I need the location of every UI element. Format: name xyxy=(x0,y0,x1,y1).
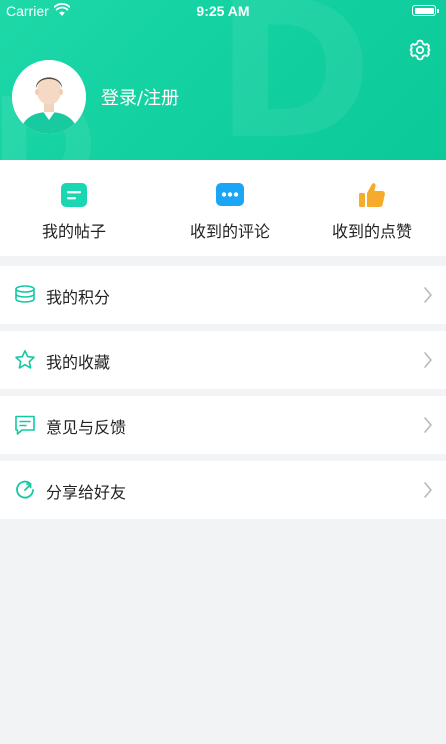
received-comments-label: 收到的评论 xyxy=(189,222,270,241)
share-icon xyxy=(16,480,34,499)
my-posts-label: 我的帖子 xyxy=(41,222,106,241)
gear-icon[interactable] xyxy=(408,38,432,62)
battery-icon xyxy=(412,5,439,16)
menu-item-favorites[interactable]: 我的收藏 xyxy=(0,331,446,389)
feedback-icon xyxy=(15,415,35,435)
profile-header: D D Carrier 9:25 AM 登录/注册 xyxy=(0,0,446,160)
received-likes-label: 收到的点赞 xyxy=(331,222,412,241)
comment-icon xyxy=(216,183,244,206)
chevron-right-icon xyxy=(424,287,432,303)
points-icon xyxy=(15,285,35,303)
header-watermark: D xyxy=(215,0,373,160)
thumbs-up-icon xyxy=(359,183,385,207)
default-avatar-icon xyxy=(12,60,86,134)
received-likes-button[interactable]: 收到的点赞 xyxy=(298,160,446,256)
menu-item-label: 意见与反馈 xyxy=(46,418,127,437)
menu-item-share[interactable]: 分享给好友 xyxy=(0,461,446,519)
login-register-link[interactable]: 登录/注册 xyxy=(101,84,179,110)
menu-item-label: 分享给好友 xyxy=(46,483,127,502)
status-time: 9:25 AM xyxy=(196,3,250,19)
my-posts-button[interactable]: 我的帖子 xyxy=(0,160,148,256)
menu-item-points[interactable]: 我的积分 xyxy=(0,266,446,324)
star-icon xyxy=(15,350,35,369)
avatar[interactable] xyxy=(12,60,86,134)
menu-item-feedback[interactable]: 意见与反馈 xyxy=(0,396,446,454)
chevron-right-icon xyxy=(424,352,432,368)
status-bar: Carrier 9:25 AM xyxy=(0,0,446,24)
chevron-right-icon xyxy=(424,417,432,433)
chevron-right-icon xyxy=(424,482,432,498)
post-icon xyxy=(61,183,87,207)
menu-item-label: 我的积分 xyxy=(46,288,111,307)
quick-actions-bar: 我的帖子 收到的评论 收到的点赞 xyxy=(0,160,446,256)
received-comments-button[interactable]: 收到的评论 xyxy=(156,160,304,256)
menu-item-label: 我的收藏 xyxy=(46,353,111,372)
